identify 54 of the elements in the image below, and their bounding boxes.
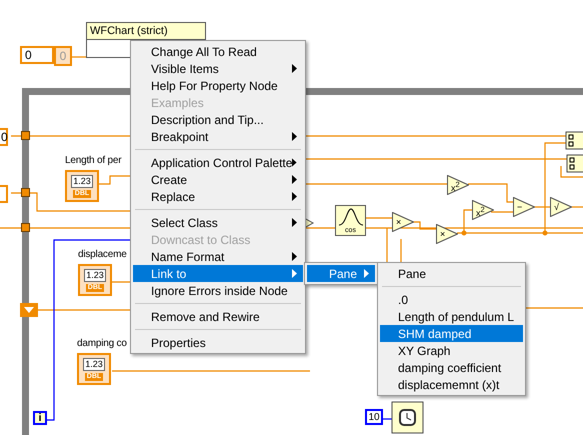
submenu-arrow-icon xyxy=(364,269,369,278)
bundle-node xyxy=(566,132,583,150)
menu-item[interactable]: Help For Property Node xyxy=(133,77,303,94)
menu-item[interactable]: Replace xyxy=(133,188,303,205)
menu-item[interactable]: Pane xyxy=(307,265,375,282)
wire xyxy=(366,217,392,219)
menu-item[interactable]: Name Format xyxy=(133,248,303,265)
menu-item[interactable]: Select Class xyxy=(133,214,303,231)
loop-tunnel xyxy=(21,223,30,232)
menu-item[interactable]: Pane xyxy=(380,265,523,282)
menu-item[interactable]: XY Graph xyxy=(380,342,523,359)
property-node-title: WFChart (strict) xyxy=(90,25,168,37)
menu-item[interactable]: Ignore Errors inside Node xyxy=(133,282,303,299)
menu-item[interactable]: .0 xyxy=(380,291,523,308)
menu-item[interactable]: Application Control Palette xyxy=(133,154,303,171)
wire xyxy=(491,211,513,213)
menu-item[interactable]: Create xyxy=(133,171,303,188)
menu-item[interactable]: Length of pendulum L xyxy=(380,308,523,325)
menu-item[interactable]: Breakpoint xyxy=(133,128,303,145)
function-node: √ xyxy=(550,197,572,217)
numeric-constant: 10 xyxy=(365,409,383,425)
function-node: x$^{2}$ xyxy=(447,175,469,195)
numeric-constant: 0 xyxy=(20,46,54,64)
wire xyxy=(571,206,583,208)
submenu-arrow-icon xyxy=(292,218,297,227)
submenu-arrow-icon xyxy=(292,132,297,141)
wire xyxy=(72,56,86,58)
iteration-terminal: i xyxy=(33,411,47,425)
menu-item[interactable]: Change All To Read xyxy=(133,43,303,60)
menu-item[interactable]: Visible Items xyxy=(133,60,303,77)
menu-item[interactable]: Remove and Rewire xyxy=(133,308,303,325)
function-node: x$^{2}$ xyxy=(472,200,494,220)
bundle-node xyxy=(566,154,583,172)
menu-item[interactable]: Properties xyxy=(133,334,303,351)
submenu-arrow-icon xyxy=(292,64,297,73)
function-node: × xyxy=(436,224,458,244)
menu-item[interactable]: displacememnt (x)t xyxy=(380,376,523,393)
menu-item[interactable]: Link to xyxy=(133,265,303,282)
menu-item[interactable]: SHM damped xyxy=(380,325,523,342)
wire-junction xyxy=(542,230,548,236)
function-node: − xyxy=(513,197,535,217)
menu-item[interactable]: Description and Tip... xyxy=(133,111,303,128)
control-label: Length of per xyxy=(65,155,122,166)
loop-tunnel xyxy=(21,188,30,197)
loop-tunnel xyxy=(21,131,30,140)
function-node: × xyxy=(392,212,414,232)
control-label: displaceme xyxy=(78,249,127,260)
wire xyxy=(400,239,402,262)
wire-junction xyxy=(462,230,466,236)
menu-item[interactable]: damping coefficient xyxy=(380,359,523,376)
numeric-indicator: 0 xyxy=(54,46,72,66)
shift-register-icon xyxy=(20,303,38,317)
control-label: damping co xyxy=(77,338,127,349)
wire xyxy=(468,183,513,203)
